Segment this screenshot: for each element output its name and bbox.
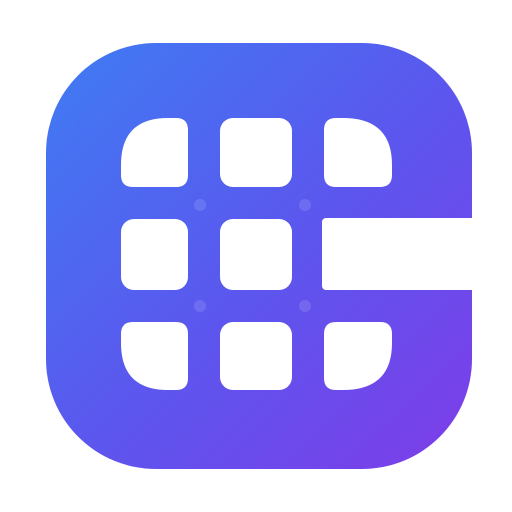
grid-cell-2 [220,118,292,187]
grid-cell-4 [121,219,188,290]
grid-app-icon[interactable] [0,0,512,512]
grid-cell-8 [220,322,292,390]
grid-cell-5 [220,219,292,290]
icon-canvas [0,0,512,512]
